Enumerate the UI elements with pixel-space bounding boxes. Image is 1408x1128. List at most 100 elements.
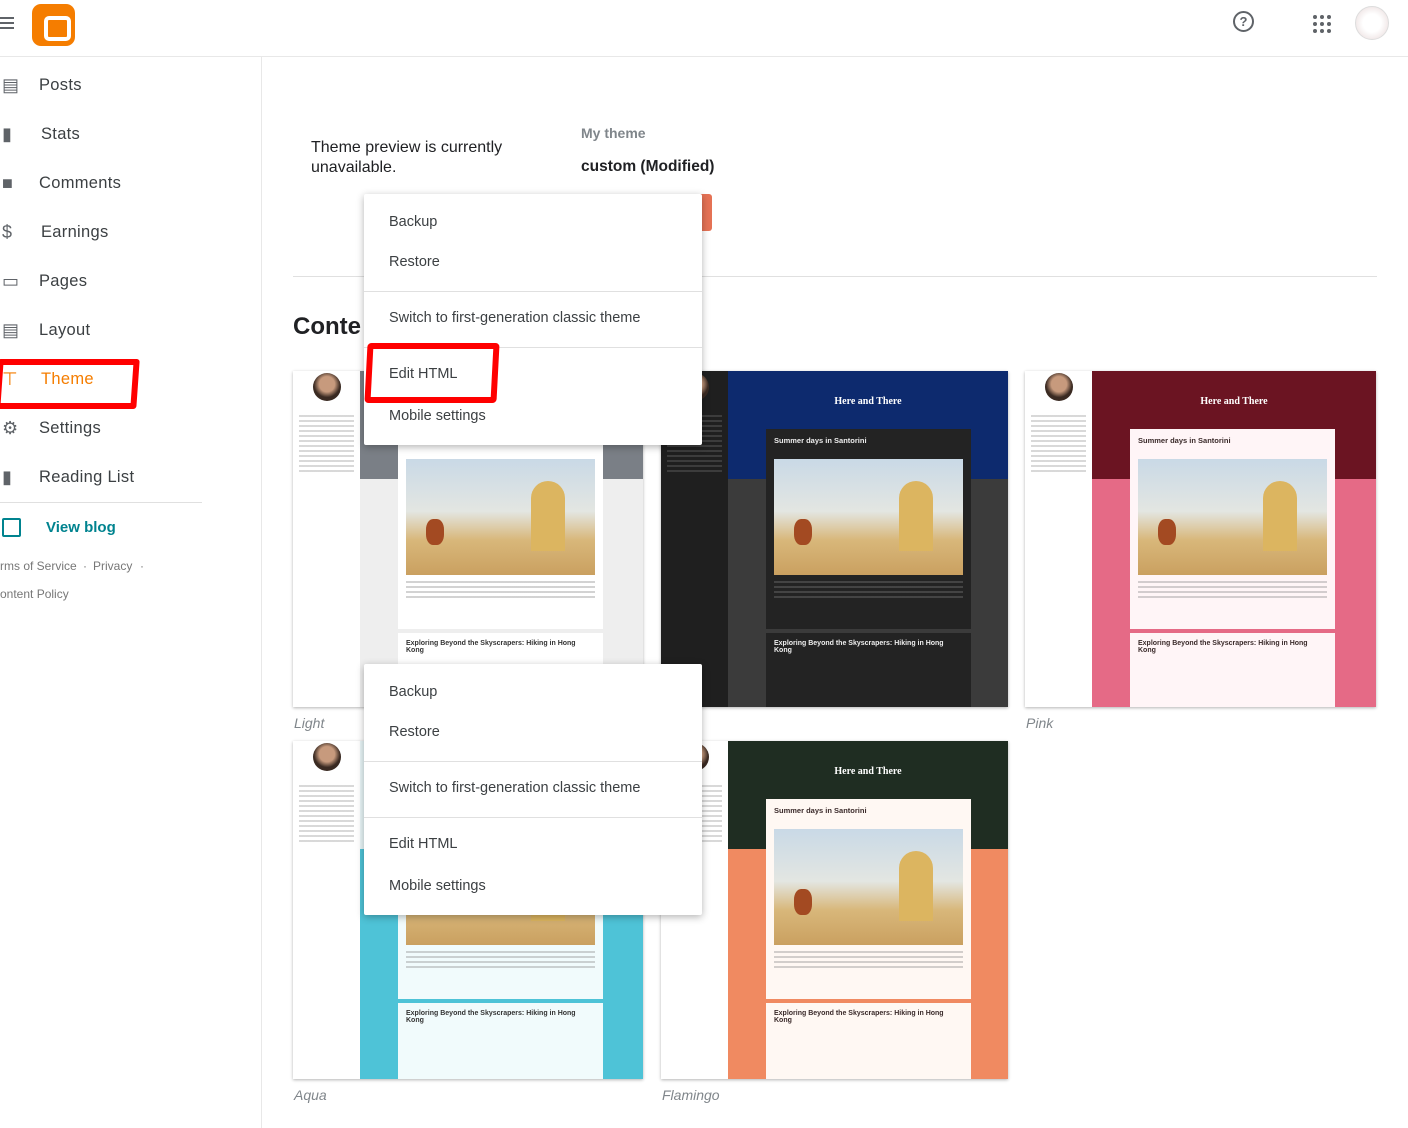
post-image xyxy=(774,459,963,575)
menu-item-edit-html[interactable]: Edit HTML xyxy=(364,824,702,864)
menu-item-backup[interactable]: Backup xyxy=(364,672,702,712)
sidebar-item-label: Comments xyxy=(39,173,122,192)
sidebar-item-posts[interactable]: ▤ Posts xyxy=(0,65,250,105)
sidebar: View blog rms of Service · Privacy · ont… xyxy=(0,57,262,1128)
user-avatar[interactable] xyxy=(1355,6,1389,40)
menu-divider xyxy=(364,817,702,818)
theme-label: Aqua xyxy=(294,1087,327,1103)
post-title: Summer days in Santorini xyxy=(774,806,867,815)
author-avatar xyxy=(313,373,341,401)
post-text xyxy=(406,951,595,971)
divider xyxy=(0,502,202,503)
pages-icon: ▭ xyxy=(2,271,20,291)
sidebar-item-label: Earnings xyxy=(41,222,109,241)
top-bar: ? xyxy=(0,0,1408,57)
sidebar-item-settings[interactable]: ⚙ Settings xyxy=(0,408,250,448)
external-link-icon xyxy=(2,518,21,537)
sidebar-text xyxy=(299,785,354,845)
menu-divider xyxy=(364,761,702,762)
sidebar-item-label: Settings xyxy=(39,418,102,437)
sidebar-item-pages[interactable]: ▭ Pages xyxy=(0,261,250,301)
post-title: Exploring Beyond the Skyscrapers: Hiking… xyxy=(774,1010,944,1024)
sidebar-item-label: Posts xyxy=(39,75,82,94)
terms-link[interactable]: rms of Service xyxy=(0,559,77,573)
sidebar-item-comments[interactable]: ■ Comments xyxy=(0,163,250,203)
theme-label: Flamingo xyxy=(662,1087,720,1103)
sidebar-item-theme[interactable]: ⊤ Theme xyxy=(0,359,250,399)
post-text xyxy=(774,581,963,601)
post-preview: Exploring Beyond the Skyscrapers: Hiking… xyxy=(1130,633,1335,707)
theme-label: Light xyxy=(294,715,325,731)
post-preview: Summer days in Santorini xyxy=(398,429,603,629)
theme-card-dark[interactable]: Here and There Summer days in Santorini … xyxy=(661,371,1008,707)
sidebar-item-label: Theme xyxy=(41,369,94,388)
theme-sidebar xyxy=(1025,371,1092,707)
view-blog-link[interactable]: View blog xyxy=(0,514,200,544)
post-image xyxy=(1138,459,1327,575)
blog-title: Here and There xyxy=(834,766,902,777)
post-preview: Exploring Beyond the Skyscrapers: Hiking… xyxy=(766,1003,971,1079)
post-title: Summer days in Santorini xyxy=(774,436,867,445)
post-preview: Summer days in Santorini xyxy=(1130,429,1335,629)
blog-title: Here and There xyxy=(834,396,902,407)
preview-message: Theme preview is currently unavailable. xyxy=(311,139,503,176)
post-image xyxy=(406,459,595,575)
author-avatar xyxy=(1045,373,1073,401)
layout-icon: ▤ xyxy=(2,320,20,340)
stats-icon: ▮ xyxy=(2,124,12,144)
comments-icon: ■ xyxy=(2,173,13,193)
gear-icon: ⚙ xyxy=(2,418,19,438)
annotation-highlight xyxy=(364,343,500,403)
sidebar-item-reading-list[interactable]: ▮ Reading List xyxy=(0,457,250,497)
post-title: Exploring Beyond the Skyscrapers: Hiking… xyxy=(406,640,576,654)
theme-label: Pink xyxy=(1026,715,1054,731)
menu-item-switch-to-first-generation-classic-theme[interactable]: Switch to first-generation classic theme xyxy=(364,768,702,808)
theme-options-menu: Backup Restore Switch to first-generation … xyxy=(364,664,702,915)
menu-item-restore[interactable]: Restore xyxy=(364,712,702,752)
theme-sidebar xyxy=(293,371,360,707)
blogger-logo[interactable] xyxy=(32,4,75,46)
post-title: Exploring Beyond the Skyscrapers: Hiking… xyxy=(774,640,944,654)
separator: · xyxy=(140,559,144,573)
post-image xyxy=(774,829,963,945)
menu-item-backup[interactable]: Backup xyxy=(364,202,702,242)
sidebar-item-label: Layout xyxy=(39,320,91,339)
apps-grid-icon[interactable] xyxy=(1313,15,1331,33)
my-theme-label: My theme xyxy=(581,125,646,141)
menu-divider xyxy=(364,291,702,292)
section-title: Conte xyxy=(293,313,361,340)
menu-item-restore[interactable]: Restore xyxy=(364,242,702,282)
post-title: Exploring Beyond the Skyscrapers: Hiking… xyxy=(1138,640,1308,654)
sidebar-text xyxy=(299,415,354,475)
post-preview: Summer days in Santorini xyxy=(766,429,971,629)
posts-icon: ▤ xyxy=(2,75,20,95)
sidebar-item-label: Stats xyxy=(41,124,81,143)
theme-card-pink[interactable]: Here and There Summer days in Santorini … xyxy=(1025,371,1376,707)
sidebar-item-label: Reading List xyxy=(39,467,135,486)
separator: · xyxy=(83,559,87,573)
sidebar-text xyxy=(1031,415,1086,475)
post-preview: Exploring Beyond the Skyscrapers: Hiking… xyxy=(398,1003,603,1079)
sidebar-item-layout[interactable]: ▤ Layout xyxy=(0,310,250,350)
dollar-icon: $ xyxy=(2,222,13,242)
content-policy-link[interactable]: ontent Policy xyxy=(0,587,69,601)
menu-item-mobile-settings[interactable]: Mobile settings xyxy=(364,866,702,906)
author-avatar xyxy=(313,743,341,771)
bookmark-icon: ▮ xyxy=(2,467,12,487)
blog-title: Here and There xyxy=(1200,396,1268,407)
post-title: Exploring Beyond the Skyscrapers: Hiking… xyxy=(406,1010,576,1024)
theme-sidebar xyxy=(293,741,360,1079)
sidebar-item-label: Pages xyxy=(39,271,88,290)
post-title: Summer days in Santorini xyxy=(1138,436,1231,445)
menu-item-switch-to-first-generation-classic-theme[interactable]: Switch to first-generation classic theme xyxy=(364,298,702,338)
sidebar-item-earnings[interactable]: $ Earnings xyxy=(0,212,250,252)
paint-roller-icon: ⊤ xyxy=(2,369,18,389)
theme-options-menu: Backup Restore Switch to first-generation … xyxy=(364,194,702,445)
sidebar-item-stats[interactable]: ▮ Stats xyxy=(0,114,250,154)
my-theme-value: custom (Modified) xyxy=(581,158,715,175)
help-circle-icon[interactable]: ? xyxy=(1233,11,1254,32)
privacy-link[interactable]: Privacy xyxy=(93,559,132,573)
theme-card-flamingo[interactable]: Here and There Summer days in Santorini … xyxy=(661,741,1008,1079)
hamburger-icon[interactable] xyxy=(0,17,14,31)
view-blog-label: View blog xyxy=(46,519,116,536)
